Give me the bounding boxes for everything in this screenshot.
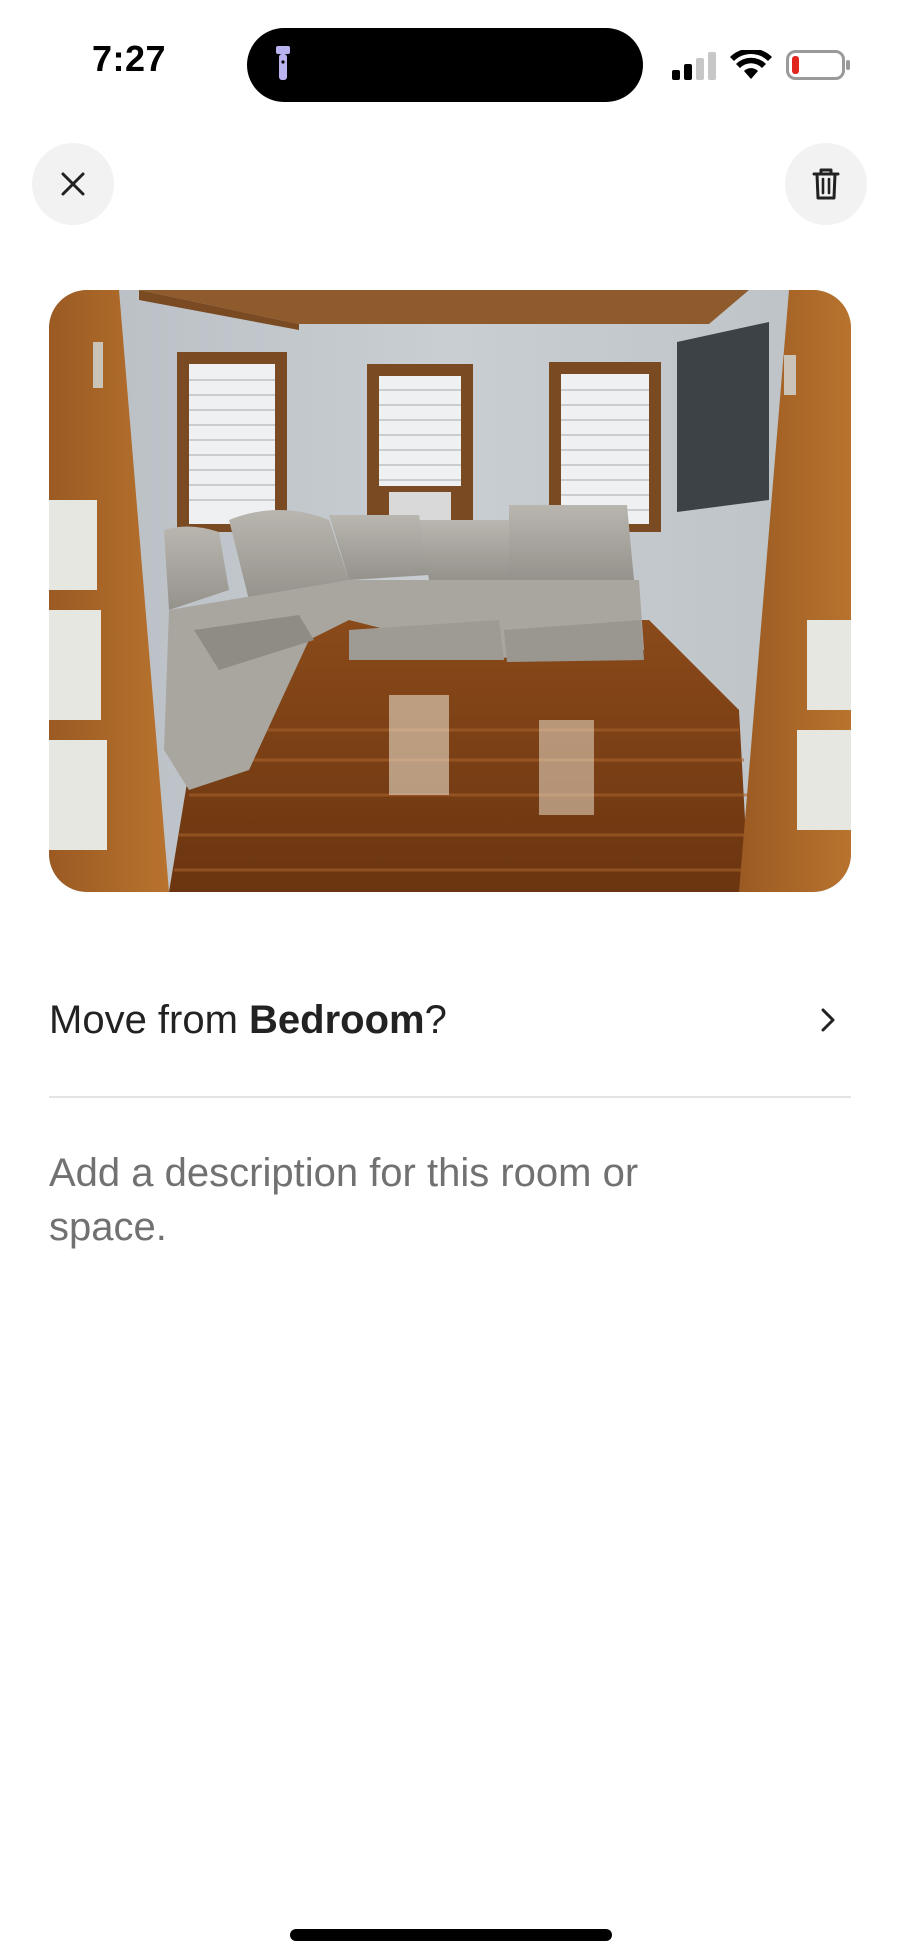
trash-icon <box>812 168 840 200</box>
room-photo[interactable] <box>49 290 851 892</box>
move-prefix: Move from <box>49 997 250 1042</box>
move-room-label: Move from Bedroom? <box>49 998 447 1043</box>
close-icon <box>61 172 85 196</box>
status-time: 7:27 <box>92 38 167 79</box>
description-field[interactable]: Add a description for this room or space… <box>49 1146 689 1254</box>
close-button[interactable] <box>32 143 114 225</box>
divider <box>49 1096 851 1098</box>
battery-low-icon <box>786 50 850 80</box>
home-indicator[interactable] <box>290 1929 612 1941</box>
wifi-icon <box>730 50 772 79</box>
delete-button[interactable] <box>785 143 867 225</box>
move-suffix: ? <box>424 997 447 1042</box>
living-room-image <box>49 290 851 892</box>
flashlight-icon <box>276 46 290 80</box>
cellular-signal-icon <box>672 52 716 80</box>
chevron-right-icon <box>821 1008 835 1032</box>
room-name: Bedroom <box>249 997 425 1042</box>
move-room-row[interactable]: Move from Bedroom? <box>49 985 851 1055</box>
dynamic-island <box>247 28 643 102</box>
